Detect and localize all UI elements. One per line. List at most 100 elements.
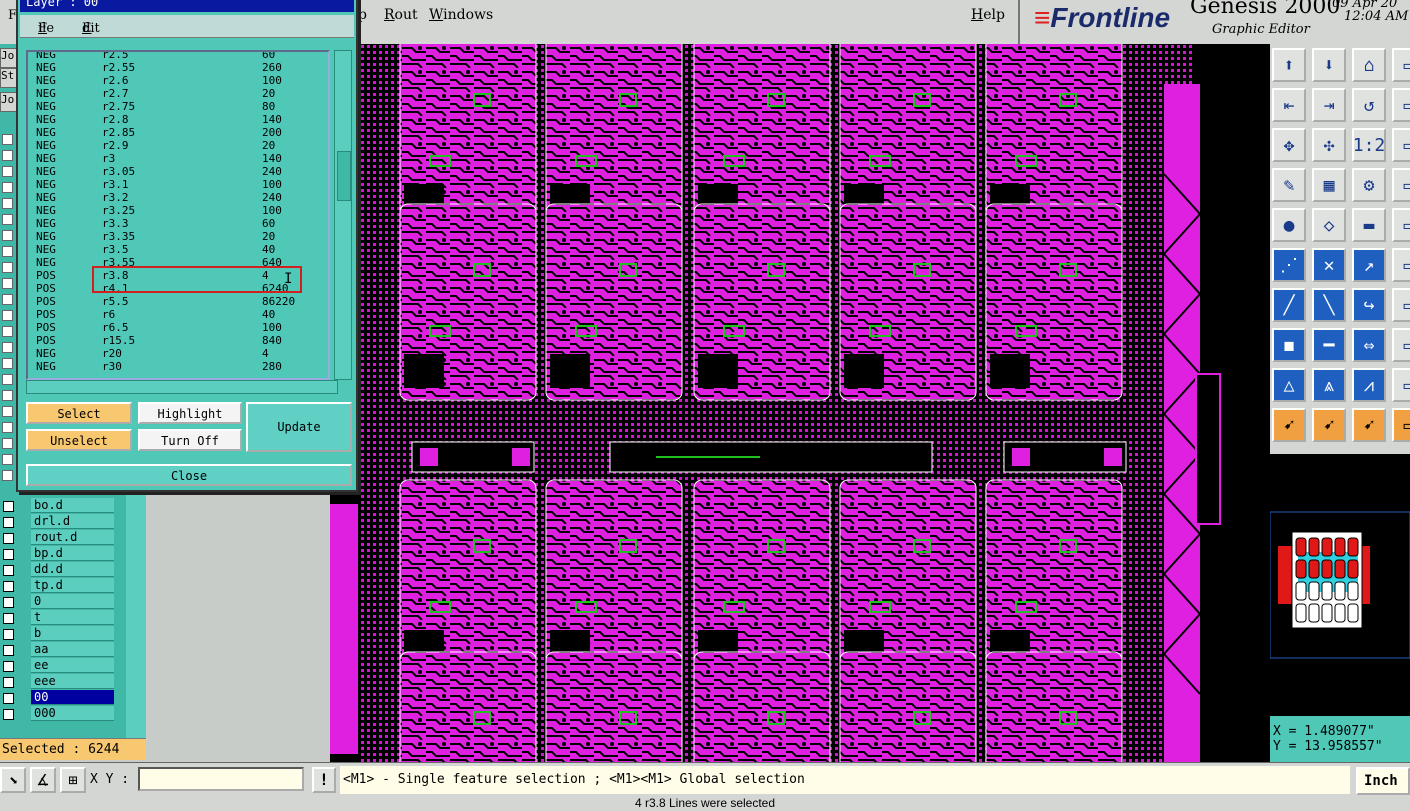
delete-icon[interactable]: ✕	[1312, 248, 1346, 282]
layer-row[interactable]: bo.d	[0, 498, 146, 514]
zoom-area-icon[interactable]: ⬊	[0, 767, 26, 793]
measure-icon[interactable]: ∡	[30, 767, 56, 793]
scroll-thumb[interactable]	[337, 151, 351, 201]
menu-item-windows[interactable]: Windows	[429, 7, 493, 23]
backslash-icon[interactable]: ╲	[1312, 288, 1346, 322]
panel-icon[interactable]: ▭	[1392, 48, 1410, 82]
slash-icon[interactable]: ╱	[1272, 288, 1306, 322]
layer-row[interactable]: ee	[0, 658, 146, 674]
panel-icon[interactable]: ▭	[1392, 368, 1410, 402]
symbol-row[interactable]: NEG r3.2 240	[28, 191, 328, 204]
unselect-button[interactable]: Unselect	[26, 429, 132, 451]
layer-checkbox[interactable]	[2, 422, 13, 433]
arc-icon[interactable]: ⩓	[1312, 368, 1346, 402]
symbol-row[interactable]: NEG r3.5 40	[28, 243, 328, 256]
highlight-button[interactable]: Highlight	[138, 402, 242, 424]
command-button[interactable]: !	[312, 767, 336, 793]
snap-grid-icon[interactable]: ⊞	[60, 767, 86, 793]
layer-checkbox[interactable]	[3, 645, 14, 656]
symbol-row[interactable]: POS r6.5 100	[28, 321, 328, 334]
layer-checkbox[interactable]	[3, 549, 14, 560]
symbol-row[interactable]: NEG r3 140	[28, 152, 328, 165]
turn-off-button[interactable]: Turn Off	[138, 429, 242, 451]
layer-row[interactable]: eee	[0, 674, 146, 690]
curve-icon[interactable]: ⩘	[1352, 368, 1386, 402]
layer-checkbox[interactable]	[2, 390, 13, 401]
layer-checkbox[interactable]	[2, 150, 13, 161]
panel-icon[interactable]: ▭	[1392, 88, 1410, 122]
layer-checkbox[interactable]	[2, 166, 13, 177]
layer-checkbox[interactable]	[3, 517, 14, 528]
layer-checkbox[interactable]	[2, 182, 13, 193]
align-right-icon[interactable]: ⇥	[1312, 88, 1346, 122]
layer-checkbox[interactable]	[3, 581, 14, 592]
panel-icon[interactable]: ▭	[1392, 408, 1410, 442]
home-icon[interactable]: ⌂	[1352, 48, 1386, 82]
layer-checkbox[interactable]	[3, 597, 14, 608]
symbol-row[interactable]: NEG r3.35 20	[28, 230, 328, 243]
symbol-row[interactable]: POS r6 40	[28, 308, 328, 321]
symbol-row[interactable]: NEG r3.05 240	[28, 165, 328, 178]
layer-checkbox[interactable]	[2, 454, 13, 465]
list-horizontal-scrollbar[interactable]	[26, 380, 338, 394]
layer-checkbox[interactable]	[2, 230, 13, 241]
layer-checkbox[interactable]	[2, 278, 13, 289]
layer-row[interactable]: bp.d	[0, 546, 146, 562]
layer-checkbox[interactable]	[2, 246, 13, 257]
close-button[interactable]: Close	[26, 464, 352, 486]
pointer-edit-icon[interactable]: ➹	[1352, 408, 1386, 442]
symbol-row[interactable]: NEG r2.85 200	[28, 126, 328, 139]
move-icon[interactable]: ↗	[1352, 248, 1386, 282]
layer-row[interactable]: rout.d	[0, 530, 146, 546]
board-overview[interactable]	[1269, 454, 1410, 716]
units-toggle[interactable]: Inch	[1356, 767, 1410, 795]
layer-checkbox[interactable]	[3, 709, 14, 720]
layer-row[interactable]: b	[0, 626, 146, 642]
layer-checkbox[interactable]	[2, 214, 13, 225]
layer-row[interactable]: 0	[0, 594, 146, 610]
layer-checkbox[interactable]	[3, 693, 14, 704]
layer-row[interactable]: dd.d	[0, 562, 146, 578]
align-left-icon[interactable]: ⇤	[1272, 88, 1306, 122]
symbol-row[interactable]: POS r15.5 840	[28, 334, 328, 347]
menu-item-rout[interactable]: Rout	[384, 7, 418, 23]
symbol-row[interactable]: POS r5.5 86220	[28, 295, 328, 308]
symbol-row[interactable]: NEG r30 280	[28, 360, 328, 373]
layer-scrollbar[interactable]	[126, 494, 146, 738]
select-button[interactable]: Select	[26, 402, 132, 424]
panel-icon[interactable]: ▭	[1392, 168, 1410, 202]
pcb-canvas[interactable]	[330, 44, 1270, 762]
symbol-row[interactable]: NEG r2.5 60	[28, 52, 328, 61]
layer-checkbox[interactable]	[2, 262, 13, 273]
fit-all-icon[interactable]: ✥	[1272, 128, 1306, 162]
scale-icon[interactable]: 1:2	[1352, 128, 1386, 162]
layer-row[interactable]: 00	[0, 690, 146, 706]
connect-icon[interactable]: ⋰	[1272, 248, 1306, 282]
arrow-down-icon[interactable]: ⬇	[1312, 48, 1346, 82]
undo-icon[interactable]: ↺	[1352, 88, 1386, 122]
symbol-row[interactable]: NEG r3.25 100	[28, 204, 328, 217]
symbol-row[interactable]: NEG r2.9 20	[28, 139, 328, 152]
layer-checkbox[interactable]	[2, 134, 13, 145]
copy-icon[interactable]: ◼	[1272, 328, 1306, 362]
layer-checkbox[interactable]	[3, 533, 14, 544]
symbol-row[interactable]: NEG r20 4	[28, 347, 328, 360]
menu-item-step[interactable]: p	[358, 7, 367, 23]
layer-checkbox[interactable]	[2, 198, 13, 209]
panel-icon[interactable]: ▭	[1392, 248, 1410, 282]
layer-checkbox[interactable]	[3, 629, 14, 640]
layer-checkbox[interactable]	[3, 613, 14, 624]
layer-checkbox[interactable]	[2, 342, 13, 353]
draw-icon[interactable]: ✎	[1272, 168, 1306, 202]
layer-checkbox[interactable]	[2, 310, 13, 321]
arrow-up-icon[interactable]: ⬆	[1272, 48, 1306, 82]
list-vertical-scrollbar[interactable]	[334, 50, 352, 380]
layer-row[interactable]: 000	[0, 706, 146, 722]
symbol-row[interactable]: NEG r2.8 140	[28, 113, 328, 126]
layer-checkbox[interactable]	[3, 565, 14, 576]
xy-input-field[interactable]	[138, 767, 304, 791]
stretch-icon[interactable]: ⇔	[1352, 328, 1386, 362]
layer-checkbox[interactable]	[2, 438, 13, 449]
layer-row[interactable]: t	[0, 610, 146, 626]
layer-checkbox[interactable]	[3, 677, 14, 688]
